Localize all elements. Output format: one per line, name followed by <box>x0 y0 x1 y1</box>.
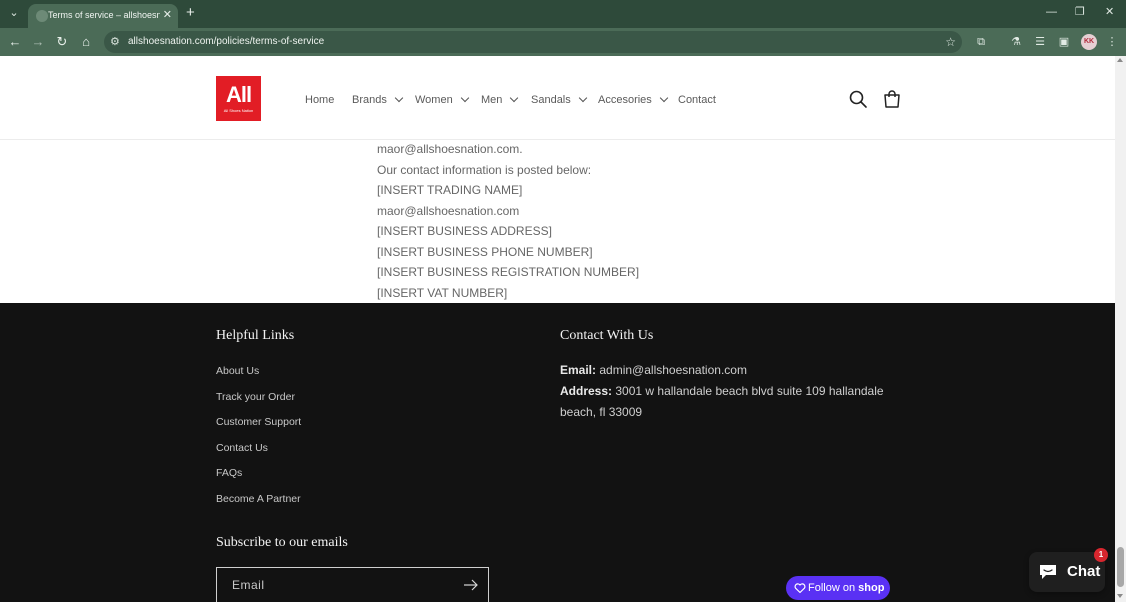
site-header: All All Shoes Nation Home Brands Women M… <box>0 56 1115 140</box>
site-footer: Helpful Links About Us Track your Order … <box>0 303 1115 602</box>
policy-line: [INSERT BUSINESS PHONE NUMBER] <box>377 245 593 259</box>
chat-label: Chat <box>1067 563 1101 580</box>
policy-line: [INSERT BUSINESS ADDRESS] <box>377 224 552 238</box>
footer-link-contact[interactable]: Contact Us <box>216 441 268 455</box>
scroll-down-icon[interactable] <box>1117 594 1123 598</box>
browser-menu-icon[interactable]: ⋮ <box>1104 34 1120 50</box>
scrollbar-thumb[interactable] <box>1117 547 1124 587</box>
subscribe-heading: Subscribe to our emails <box>216 535 348 550</box>
footer-link-faqs[interactable]: FAQs <box>216 466 242 480</box>
policy-line: [INSERT VAT NUMBER] <box>377 286 508 300</box>
address-bar[interactable]: ⚙ allshoesnation.com/policies/terms-of-s… <box>104 31 962 53</box>
logo-subtext: All Shoes Nation <box>223 108 254 113</box>
nav-brands[interactable]: Brands <box>352 92 404 108</box>
nav-home[interactable]: Home <box>305 92 334 108</box>
arrow-right-icon[interactable] <box>462 577 480 593</box>
chevron-down-icon <box>460 93 469 103</box>
cart-icon[interactable] <box>882 89 902 109</box>
close-window-icon[interactable]: ✕ <box>1105 5 1114 19</box>
extensions-icon[interactable]: ⧉ <box>973 34 989 50</box>
contact-heading: Contact With Us <box>560 328 654 343</box>
back-icon[interactable]: ← <box>7 34 23 50</box>
contact-address: Address: 3001 w hallandale beach blvd su… <box>560 381 910 422</box>
nav-women[interactable]: Women <box>415 92 469 108</box>
home-icon[interactable]: ⌂ <box>78 34 94 50</box>
footer-link-track-order[interactable]: Track your Order <box>216 390 295 404</box>
restore-icon[interactable]: ❐ <box>1075 5 1085 19</box>
policy-line: Our contact information is posted below: <box>377 163 592 177</box>
minimize-icon[interactable]: — <box>1046 5 1057 19</box>
policy-line: [INSERT BUSINESS REGISTRATION NUMBER] <box>377 265 640 279</box>
forward-icon[interactable]: → <box>30 34 46 50</box>
tab-close-icon[interactable]: ✕ <box>163 8 172 22</box>
bookmark-star-icon[interactable]: ☆ <box>945 34 956 50</box>
chevron-down-icon <box>510 93 519 103</box>
helpful-links-heading: Helpful Links <box>216 328 295 343</box>
nav-sandals[interactable]: Sandals <box>531 92 588 108</box>
search-icon[interactable] <box>848 89 868 109</box>
contact-email-label: Email: <box>560 363 597 377</box>
tab-favicon-icon <box>36 10 48 22</box>
nav-men[interactable]: Men <box>481 92 519 108</box>
policy-line: maor@allshoesnation.com <box>377 204 520 218</box>
policy-content: maor@allshoesnation.com. Our contact inf… <box>0 140 1115 303</box>
new-tab-button[interactable]: + <box>186 4 195 22</box>
site-logo[interactable]: All All Shoes Nation <box>216 76 261 121</box>
chevron-down-icon <box>394 93 404 103</box>
browser-tab-active[interactable]: Terms of service – allshoesnation ✕ <box>28 4 178 28</box>
follow-label: Follow on <box>808 582 856 594</box>
newsletter-email-input[interactable] <box>217 568 457 602</box>
chat-button[interactable]: Chat <box>1029 552 1105 592</box>
chat-bubble-icon <box>1040 565 1056 579</box>
footer-link-partner[interactable]: Become A Partner <box>216 492 301 506</box>
newsletter-form <box>216 567 489 602</box>
chat-unread-badge: 1 <box>1094 548 1108 562</box>
footer-link-support[interactable]: Customer Support <box>216 415 301 429</box>
address-url[interactable]: allshoesnation.com/policies/terms-of-ser… <box>128 35 324 49</box>
footer-link-about[interactable]: About Us <box>216 364 259 378</box>
tab-title: Terms of service – allshoesnation <box>48 10 160 20</box>
follow-on-shop-button[interactable]: Follow on shop <box>786 576 890 600</box>
nav-contact[interactable]: Contact <box>678 92 716 108</box>
contact-address-label: Address: <box>560 384 613 398</box>
contact-email: Email: admin@allshoesnation.com <box>560 360 910 381</box>
policy-line: [INSERT TRADING NAME] <box>377 183 523 197</box>
chevron-down-icon <box>578 93 588 103</box>
browser-toolbar: ← → ↻ ⌂ ⚙ allshoesnation.com/policies/te… <box>0 28 1126 56</box>
chevron-down-icon <box>659 93 669 103</box>
browser-tabstrip: ⌄ Terms of service – allshoesnation ✕ + … <box>0 0 1126 28</box>
policy-line: maor@allshoesnation.com. <box>377 142 523 156</box>
profile-avatar[interactable]: KK <box>1081 34 1097 50</box>
reading-list-icon[interactable]: ☰ <box>1032 34 1048 50</box>
site-info-icon[interactable]: ⚙ <box>110 34 120 50</box>
logo-text: All <box>225 82 252 107</box>
labs-icon[interactable]: ⚗ <box>1008 34 1024 50</box>
shop-brand: shop <box>858 582 885 594</box>
reload-icon[interactable]: ↻ <box>54 34 70 50</box>
scroll-up-icon[interactable] <box>1117 58 1123 62</box>
side-panel-icon[interactable]: ▣ <box>1056 34 1072 50</box>
contact-email-value[interactable]: admin@allshoesnation.com <box>599 363 747 377</box>
page-scrollbar[interactable] <box>1115 56 1126 602</box>
tab-search-icon[interactable]: ⌄ <box>6 5 22 21</box>
heart-icon <box>794 583 806 594</box>
nav-accesories[interactable]: Accesories <box>598 92 669 108</box>
